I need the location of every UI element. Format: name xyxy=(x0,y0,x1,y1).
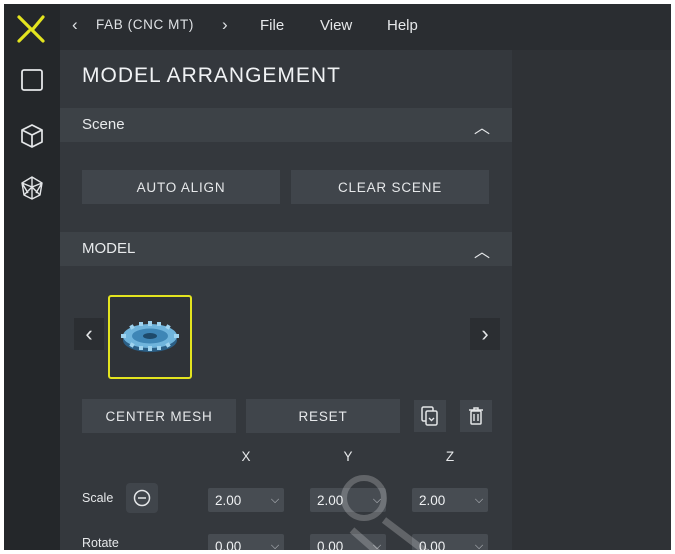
chevron-down-icon[interactable]: ⌵ xyxy=(266,540,284,551)
collapse-scene-icon[interactable]: ︿ xyxy=(474,114,490,138)
breadcrumb[interactable]: FAB (CNC MT) xyxy=(96,17,194,32)
rotate-y-field[interactable]: 0.00 ⌵ xyxy=(310,534,386,550)
panel-title: MODEL ARRANGEMENT xyxy=(82,64,341,87)
model-section-header[interactable]: MODEL ︿ xyxy=(60,232,512,266)
rotate-x-field[interactable]: 0.00 ⌵ xyxy=(208,534,284,550)
square-icon[interactable] xyxy=(16,64,48,96)
scale-z-value: 2.00 xyxy=(419,492,446,508)
x-logo-icon[interactable] xyxy=(16,14,46,44)
auto-align-button[interactable]: AUTO ALIGN xyxy=(82,170,280,204)
chevron-down-icon[interactable]: ⌵ xyxy=(470,494,488,507)
model-arrangement-panel: MODEL ARRANGEMENT Scene ︿ AUTO ALIGN CLE… xyxy=(60,50,512,550)
axis-y-label: Y xyxy=(343,449,353,464)
model-thumbnail[interactable] xyxy=(108,295,192,379)
rotate-label: Rotate xyxy=(82,536,119,550)
scale-y-value: 2.00 xyxy=(317,492,344,508)
scale-z-field[interactable]: 2.00 ⌵ xyxy=(412,488,488,512)
chevron-down-icon[interactable]: ⌵ xyxy=(368,494,386,507)
center-mesh-button[interactable]: CENTER MESH xyxy=(82,399,236,433)
gear-model-icon xyxy=(121,321,179,352)
scale-y-field[interactable]: 2.00 ⌵ xyxy=(310,488,386,512)
rotate-z-field[interactable]: 0.00 ⌵ xyxy=(412,534,488,550)
previous-model-button[interactable]: ‹ xyxy=(74,318,104,350)
left-rail xyxy=(4,4,60,550)
scene-section-label: Scene xyxy=(82,116,125,133)
duplicate-icon[interactable] xyxy=(414,400,446,432)
reset-button[interactable]: RESET xyxy=(246,399,400,433)
chevron-left-icon[interactable]: ‹ xyxy=(72,15,78,35)
scale-label: Scale xyxy=(82,491,114,505)
axis-z-label: Z xyxy=(445,449,455,464)
polyhedron-icon[interactable] xyxy=(16,172,48,204)
scale-x-field[interactable]: 2.00 ⌵ xyxy=(208,488,284,512)
clear-scene-button[interactable]: CLEAR SCENE xyxy=(291,170,489,204)
link-toggle-icon xyxy=(133,489,151,507)
next-model-button[interactable]: › xyxy=(470,318,500,350)
chevron-down-icon[interactable]: ⌵ xyxy=(368,540,386,551)
cube-icon[interactable] xyxy=(16,120,48,152)
scale-lock-button[interactable] xyxy=(126,483,158,513)
menu-help[interactable]: Help xyxy=(387,17,418,34)
rotate-x-value: 0.00 xyxy=(215,538,242,551)
rotate-y-value: 0.00 xyxy=(317,538,344,551)
chevron-down-icon[interactable]: ⌵ xyxy=(266,494,284,507)
trash-icon[interactable] xyxy=(460,400,492,432)
rotate-z-value: 0.00 xyxy=(419,538,446,551)
menu-view[interactable]: View xyxy=(320,17,352,34)
collapse-model-icon[interactable]: ︿ xyxy=(474,238,490,262)
chevron-down-icon[interactable]: ⌵ xyxy=(470,540,488,551)
axis-x-label: X xyxy=(241,449,251,464)
chevron-right-icon[interactable]: › xyxy=(222,15,228,35)
app-window: ‹ FAB (CNC MT) › File View Help MODEL AR… xyxy=(4,4,671,550)
model-section-label: MODEL xyxy=(82,240,136,257)
scale-x-value: 2.00 xyxy=(215,492,242,508)
viewport-area xyxy=(512,50,671,550)
scene-section-header[interactable]: Scene ︿ xyxy=(60,108,512,142)
menu-file[interactable]: File xyxy=(260,17,284,34)
